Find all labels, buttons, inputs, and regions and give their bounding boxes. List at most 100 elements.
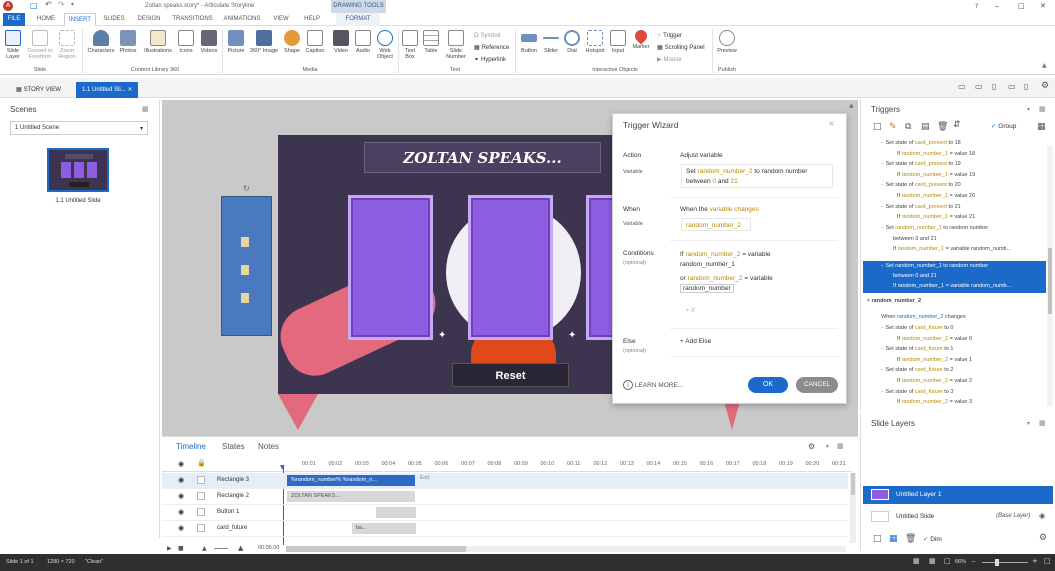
photos-button[interactable]: Photos: [117, 30, 139, 54]
zoom-in-icon[interactable]: +: [1032, 557, 1038, 565]
dial-button[interactable]: Dial: [562, 30, 582, 54]
zoom-out-icon[interactable]: –: [972, 557, 976, 565]
trigger-row[interactable]: If random_number_1 = value 21: [897, 214, 1046, 220]
trigger-row[interactable]: If random_number_2 = value 2: [897, 378, 1046, 384]
reset-button[interactable]: Reset: [452, 363, 569, 387]
trigger-row[interactable]: – Set state of card_future to 2: [881, 367, 1046, 373]
tab-file[interactable]: FILE: [3, 13, 25, 26]
phone-portrait-icon[interactable]: ▯: [1024, 82, 1028, 91]
image360-button[interactable]: 360° Image: [249, 30, 279, 54]
trigger-row[interactable]: – Set state of card_future to 1: [881, 346, 1046, 352]
maximize-icon[interactable]: □: [1018, 2, 1025, 10]
edit-trigger-icon[interactable]: ✎: [889, 122, 897, 132]
table-button[interactable]: Table: [421, 30, 441, 54]
trigger-row[interactable]: If random_number_1 = value 18: [897, 151, 1046, 157]
cancel-button[interactable]: CANCEL: [796, 377, 838, 393]
card-past[interactable]: [348, 195, 433, 340]
tablet-portrait-icon[interactable]: ▯: [992, 82, 996, 91]
fit-to-window-icon[interactable]: ▦: [913, 557, 920, 565]
add-if-button[interactable]: + If: [686, 308, 695, 314]
group-checkbox[interactable]: ✓ Group: [991, 122, 1016, 130]
quick-access-dropdown-icon[interactable]: ▾: [71, 1, 74, 8]
grid-view-icon[interactable]: ▦: [929, 557, 936, 565]
ok-button[interactable]: OK: [748, 377, 788, 393]
trigger-row[interactable]: – Set state of card_present to 19: [881, 161, 1046, 167]
timeline-row[interactable]: ◉ Rectangle 3 %random_number% %random_n...: [162, 473, 848, 489]
scene-dropdown[interactable]: 1 Untitled Scene ▾: [10, 121, 148, 135]
tab-transitions[interactable]: TRANSITIONS: [170, 13, 215, 26]
phone-landscape-icon[interactable]: ▭: [1008, 82, 1016, 91]
trigger-button[interactable]: ⚡ Trigger: [657, 32, 682, 39]
move-trigger-icon[interactable]: ⇵: [953, 120, 961, 130]
marker-button[interactable]: Marker: [630, 27, 652, 50]
picture-button[interactable]: Picture: [225, 30, 247, 54]
trigger-row[interactable]: – Set state of card_present to 21: [881, 204, 1046, 210]
tab-home[interactable]: HOME: [32, 13, 60, 26]
delete-trigger-icon[interactable]: 🗑: [937, 122, 948, 132]
variable-action-box[interactable]: Set random_number_2 to random number bet…: [681, 164, 833, 188]
convert-freeform-button[interactable]: Convert to Freeform: [25, 30, 55, 60]
zoom-fit-icon[interactable]: □: [944, 557, 951, 565]
trigger-row[interactable]: – Set state of card_present to 20: [881, 182, 1046, 188]
text-box-button[interactable]: Text Box: [400, 30, 420, 60]
play-icon[interactable]: ▶: [167, 545, 172, 552]
undo-icon[interactable]: ↶: [45, 0, 52, 9]
playhead-marker-icon[interactable]: ▼: [280, 464, 285, 471]
condition-2[interactable]: or random_number_2 = variable random_num…: [680, 274, 773, 294]
eye-icon[interactable]: ◉: [178, 524, 184, 532]
timeline-object-bar[interactable]: ZOLTAN SPEAKS...: [287, 491, 415, 502]
trigger-row[interactable]: – Set state of card_future to 3: [881, 389, 1046, 395]
timeline-row[interactable]: ◉ Button 1: [162, 505, 848, 521]
icons-button[interactable]: Icons: [176, 30, 196, 54]
action-select[interactable]: Adjust variable: [670, 148, 836, 163]
condition-value-input[interactable]: random_number: [680, 284, 734, 293]
add-else-button[interactable]: + Add Else: [680, 338, 711, 345]
tab-help[interactable]: HELP: [300, 13, 324, 26]
timeline-settings-icon[interactable]: ⚙: [808, 442, 815, 451]
eye-icon[interactable]: ◉: [178, 476, 184, 484]
zoom-slider-thumb[interactable]: [995, 559, 999, 566]
stage-scroll-up-icon[interactable]: ▲: [849, 102, 854, 109]
videos-button[interactable]: Videos: [198, 30, 220, 54]
scenes-panel-menu-icon[interactable]: ▦: [142, 105, 149, 113]
input-button[interactable]: Input: [608, 30, 628, 54]
slide-number-button[interactable]: Slide Number: [443, 30, 469, 60]
zoom-in-icon[interactable]: ▲: [238, 544, 243, 552]
timeline-dropdown-icon[interactable]: ▾: [826, 443, 829, 450]
copy-trigger-icon[interactable]: ⧉: [905, 122, 911, 132]
web-object-button[interactable]: Web Object: [374, 30, 396, 60]
video-button[interactable]: Video: [330, 30, 352, 54]
tab-notes[interactable]: Notes: [258, 442, 279, 451]
help-icon[interactable]: ?: [975, 3, 978, 10]
caption-button[interactable]: Caption: [303, 30, 327, 54]
trigger-row[interactable]: – Set state of card_present to 18: [881, 140, 1046, 146]
layer-properties-gear-icon[interactable]: ⚙: [1039, 533, 1047, 543]
triggers-panel-dropdown-icon[interactable]: ▾: [1027, 106, 1030, 113]
timeline-zoom-slider[interactable]: [214, 548, 228, 549]
eye-icon[interactable]: ◉: [178, 508, 184, 516]
paste-trigger-icon[interactable]: ▤: [921, 122, 930, 132]
redo-icon[interactable]: ↷: [58, 0, 65, 9]
tab-view[interactable]: VIEW: [270, 13, 292, 26]
symbol-button[interactable]: Ω Symbol: [474, 32, 501, 39]
eye-icon[interactable]: ◉: [1039, 512, 1045, 520]
trigger-when-row[interactable]: When random_number_2 changes: [881, 314, 1046, 320]
trigger-row[interactable]: If random_number_1 = value 19: [897, 172, 1046, 178]
zoom-region-button[interactable]: Zoom Region: [56, 30, 78, 60]
card-present[interactable]: [468, 195, 553, 340]
fit-page-icon[interactable]: □: [1044, 557, 1051, 565]
save-icon[interactable]: □: [30, 1, 38, 10]
lock-toggle[interactable]: [197, 476, 205, 484]
trigger-section-header[interactable]: ▾ random_number_2: [867, 298, 1046, 304]
collapse-ribbon-icon[interactable]: ▲: [1042, 62, 1047, 69]
collapse-all-icon[interactable]: ▦: [1037, 122, 1046, 132]
tab-design[interactable]: DESIGN: [134, 13, 164, 26]
slide-tab[interactable]: 1.1 Untitled Sli... ×: [76, 82, 139, 98]
minimize-icon[interactable]: –: [995, 2, 999, 11]
timeline-row[interactable]: ◉ card_future ba...: [162, 521, 848, 537]
when-select[interactable]: When the variable changes: [680, 206, 759, 213]
selected-rectangle[interactable]: [221, 196, 272, 336]
trigger-row[interactable]: – Set state of card_future to 0: [881, 325, 1046, 331]
tablet-landscape-icon[interactable]: ▭: [975, 82, 983, 91]
characters-button[interactable]: Characters: [87, 30, 115, 54]
